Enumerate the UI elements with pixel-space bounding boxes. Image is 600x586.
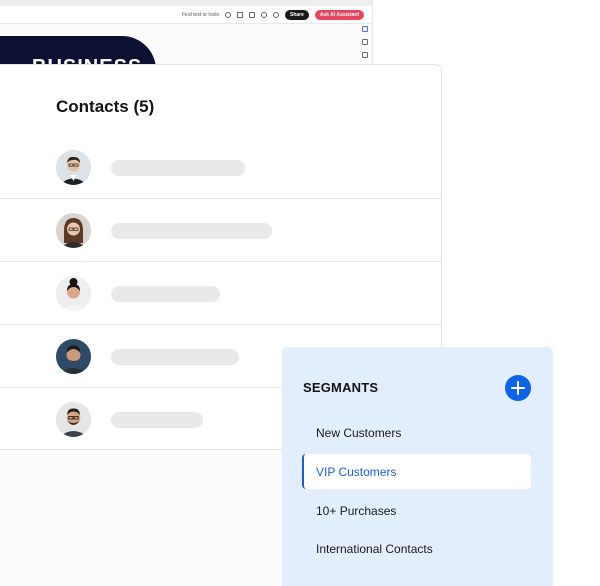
avatar: [56, 213, 91, 248]
grid-icon[interactable]: [249, 11, 255, 18]
name-placeholder: [111, 159, 245, 176]
share-button[interactable]: Share: [285, 9, 309, 20]
segment-item-new-customers[interactable]: New Customers: [302, 415, 531, 450]
avatar: [56, 339, 91, 374]
name-placeholder: [111, 285, 220, 302]
segment-item-10-purchases[interactable]: 10+ Purchases: [302, 493, 531, 528]
segments-panel: SEGMANTS New Customers VIP Customers 10+…: [282, 347, 553, 586]
segment-label: VIP Customers: [316, 464, 397, 479]
print-icon[interactable]: [273, 11, 279, 18]
segment-label: New Customers: [316, 425, 402, 440]
name-placeholder: [111, 222, 272, 239]
avatar: [56, 402, 91, 437]
contact-row[interactable]: [0, 136, 441, 199]
edit-icon[interactable]: [362, 26, 368, 32]
segment-item-vip-customers[interactable]: VIP Customers: [302, 454, 531, 489]
comment-icon[interactable]: [362, 39, 368, 45]
find-tools-field[interactable]: Find text or tools: [182, 12, 219, 18]
avatar-person-icon: [56, 213, 91, 248]
search-icon[interactable]: [225, 11, 231, 18]
export-icon[interactable]: [362, 52, 368, 58]
segment-label: 10+ Purchases: [316, 503, 397, 518]
ai-sparkle-icon[interactable]: [237, 11, 243, 18]
cloud-icon[interactable]: [261, 11, 267, 18]
contacts-title: Contacts (5): [56, 97, 155, 116]
contact-row[interactable]: [0, 198, 441, 262]
avatar-person-icon: [56, 402, 91, 437]
segment-label: International Contacts: [316, 541, 433, 556]
avatar-person-icon: [56, 150, 91, 185]
ai-assistant-button[interactable]: Ask AI Assistant: [314, 9, 364, 20]
segment-item-international-contacts[interactable]: International Contacts: [302, 531, 531, 566]
segments-title: SEGMANTS: [303, 380, 379, 395]
name-placeholder: [111, 348, 239, 365]
add-segment-button[interactable]: [505, 375, 531, 401]
plus-icon: [511, 381, 525, 395]
app-toolbar: Find text or tools Share Ask AI Assistan…: [0, 6, 372, 24]
avatar: [56, 150, 91, 185]
avatar-person-icon: [56, 276, 91, 311]
contact-row[interactable]: [0, 261, 441, 325]
avatar: [56, 276, 91, 311]
name-placeholder: [111, 411, 203, 428]
avatar-person-icon: [56, 339, 91, 374]
